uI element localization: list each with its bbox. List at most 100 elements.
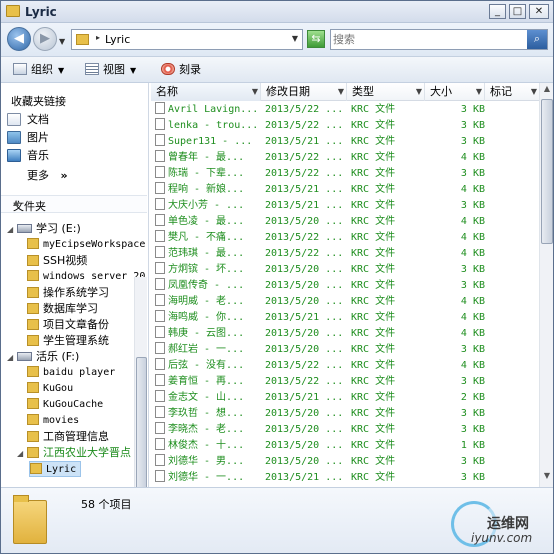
tree-folder[interactable]: windows server 20 (17, 269, 145, 285)
file-row[interactable]: 李晓杰 - 老... 2013/5/20 ... KRC 文件 3 KB (151, 422, 539, 438)
column-date[interactable]: 修改日期 ▼ (261, 83, 347, 101)
tree-scroll-thumb[interactable] (136, 357, 147, 487)
chevron-down-icon: ▼ (58, 66, 65, 75)
tree-folder[interactable]: movies (17, 413, 79, 429)
file-row[interactable]: 大庆小芳 - ... 2013/5/21 ... KRC 文件 3 KB (151, 198, 539, 214)
tree-folder[interactable]: myEcipseWorkspace (17, 237, 145, 253)
collapse-icon[interactable]: ▲ (13, 198, 145, 207)
tree-folder[interactable]: 数据库学习 (17, 301, 98, 317)
file-row[interactable]: 程响 - 新娘... 2013/5/21 ... KRC 文件 4 KB (151, 182, 539, 198)
column-size[interactable]: 大小 ▼ (425, 83, 485, 101)
tree-folder[interactable]: KuGouCache (17, 397, 103, 413)
search-input[interactable] (333, 32, 513, 47)
favorite-music[interactable]: 音乐 (7, 147, 49, 164)
window-title: Lyric (25, 5, 57, 19)
breadcrumb-lyric[interactable]: Lyric (105, 33, 130, 46)
back-button[interactable]: ◀ (7, 27, 31, 51)
file-type-cell: KRC 文件 (351, 408, 396, 419)
expanded-icon[interactable]: ◢ (7, 222, 17, 238)
tree-drive-e[interactable]: ◢ 学习 (E:) (7, 221, 81, 237)
file-row[interactable]: 韩庚 - 云图... 2013/5/20 ... KRC 文件 4 KB (151, 326, 539, 342)
file-name-cell: 樊凡 - 不痛... (155, 230, 259, 246)
file-row[interactable]: 单色凌 - 最... 2013/5/20 ... KRC 文件 4 KB (151, 214, 539, 230)
tree-folder[interactable]: 工商管理信息 (17, 429, 109, 445)
tree-folder[interactable]: baidu player (17, 365, 115, 381)
file-row[interactable]: 刘德华 - 一... 2013/5/21 ... KRC 文件 3 KB (151, 470, 539, 486)
file-row[interactable]: 姜育恒 - 再... 2013/5/22 ... KRC 文件 3 KB (151, 374, 539, 390)
tree-folder[interactable]: KuGou (17, 381, 73, 397)
file-name: 程响 - 新娘... (168, 184, 245, 195)
file-row[interactable]: 樊凡 - 不痛... 2013/5/22 ... KRC 文件 4 KB (151, 230, 539, 246)
address-field[interactable]: ▸ Lyric ▼ (71, 29, 303, 50)
organize-button[interactable]: 组织 ▼ (13, 62, 64, 78)
file-name-cell: Avril Lavign... (155, 102, 259, 118)
title-bar[interactable]: Lyric _ □ ✕ (1, 1, 553, 23)
favorites-more[interactable]: 更多 » (27, 167, 68, 183)
tree-folder-selected[interactable]: Lyric (29, 461, 82, 477)
tree-label: 数据库学习 (43, 302, 98, 315)
file-row[interactable]: 李玖哲 - 想... 2013/5/20 ... KRC 文件 3 KB (151, 406, 539, 422)
file-row[interactable]: lenka - trou... 2013/5/22 ... KRC 文件 3 KB (151, 118, 539, 134)
file-row[interactable]: 曾春年 - 最... 2013/5/22 ... KRC 文件 4 KB (151, 150, 539, 166)
file-row[interactable]: Avril Lavign... 2013/5/22 ... KRC 文件 3 KB (151, 102, 539, 118)
file-icon (155, 278, 165, 290)
chevron-down-icon[interactable]: ▼ (252, 83, 258, 100)
search-icon[interactable]: ⌕ (527, 30, 547, 49)
more-arrow-icon: » (60, 169, 68, 182)
file-row[interactable]: 海明威 - 老... 2013/5/20 ... KRC 文件 4 KB (151, 294, 539, 310)
views-button[interactable]: 视图 ▼ (85, 62, 136, 78)
favorite-pictures[interactable]: 图片 (7, 129, 49, 146)
column-header: 名称 ▼ 修改日期 ▼ 类型 ▼ 大小 ▼ 标记 ▼ (151, 83, 539, 101)
file-name: 海鸣威 - 你... (168, 312, 245, 323)
tree-folder[interactable]: 项目文章备份 (17, 317, 109, 333)
file-row[interactable]: 陈瑞 - 下辈... 2013/5/22 ... KRC 文件 3 KB (151, 166, 539, 182)
tree-drive-f[interactable]: ◢ 活乐 (F:) (7, 349, 79, 365)
chevron-down-icon[interactable]: ▼ (338, 83, 344, 100)
chevron-down-icon[interactable]: ▼ (416, 83, 422, 100)
breadcrumb-arrow-icon[interactable]: ▸ (96, 33, 100, 42)
folders-header[interactable]: 文件夹 ▲ (1, 195, 147, 213)
minimize-button[interactable]: _ (489, 4, 506, 19)
tree-folder[interactable]: 学生管理系统 (17, 333, 109, 349)
file-row[interactable]: 海鸣威 - 你... 2013/5/21 ... KRC 文件 4 KB (151, 310, 539, 326)
file-row[interactable]: Super131 - ... 2013/5/21 ... KRC 文件 3 KB (151, 134, 539, 150)
recent-pages-dropdown[interactable]: ▼ (59, 37, 65, 46)
file-scroll-thumb[interactable] (541, 99, 553, 244)
file-row[interactable]: 凤凰传奇 - ... 2013/5/20 ... KRC 文件 3 KB (151, 278, 539, 294)
tree-folder[interactable]: SSH视频 (17, 253, 87, 269)
burn-button[interactable]: 刻录 (161, 62, 201, 78)
expanded-icon[interactable]: ◢ (7, 350, 17, 366)
file-date-cell: 2013/5/20 ... (265, 408, 344, 419)
search-box[interactable]: ⌕ (330, 29, 548, 50)
column-name[interactable]: 名称 ▼ (151, 83, 261, 101)
tree-scrollbar[interactable] (134, 277, 147, 487)
file-row[interactable]: 林俊杰 - 十... 2013/5/20 ... KRC 文件 1 KB (151, 438, 539, 454)
forward-button[interactable]: ▶ (33, 27, 57, 51)
file-row[interactable]: 刘德华 - 男... 2013/5/20 ... KRC 文件 3 KB (151, 454, 539, 470)
tree-folder[interactable]: ◢ 江西农业大学晋点 (17, 445, 131, 461)
file-date-cell: 2013/5/21 ... (265, 392, 344, 403)
close-button[interactable]: ✕ (529, 4, 549, 19)
chevron-down-icon[interactable]: ▼ (476, 83, 482, 100)
file-size-cell: 3 KB (460, 168, 485, 179)
scroll-up-icon[interactable]: ▲ (541, 84, 553, 98)
file-row[interactable]: 范玮琪 - 最... 2013/5/22 ... KRC 文件 4 KB (151, 246, 539, 262)
column-tags[interactable]: 标记 ▼ (485, 83, 539, 101)
file-row[interactable]: 方炯镔 - 坏... 2013/5/20 ... KRC 文件 3 KB (151, 262, 539, 278)
file-size-cell: 3 KB (460, 456, 485, 467)
file-row[interactable]: 后弦 - 没有... 2013/5/22 ... KRC 文件 4 KB (151, 358, 539, 374)
refresh-button[interactable]: ⇆ (307, 30, 325, 48)
tree-folder[interactable]: 操作系统学习 (17, 285, 109, 301)
scroll-down-icon[interactable]: ▼ (541, 471, 553, 485)
expanded-icon[interactable]: ◢ (17, 446, 27, 462)
file-row[interactable]: 金志文 - 山... 2013/5/21 ... KRC 文件 2 KB (151, 390, 539, 406)
chevron-down-icon[interactable]: ▼ (531, 83, 537, 100)
file-date-cell: 2013/5/20 ... (265, 280, 344, 291)
watermark-cn: 运维网 (487, 516, 529, 532)
file-list-scrollbar[interactable]: ▲ ▼ (539, 83, 553, 487)
maximize-button[interactable]: □ (509, 4, 526, 19)
column-type[interactable]: 类型 ▼ (347, 83, 425, 101)
address-dropdown-icon[interactable]: ▼ (292, 34, 298, 43)
favorite-documents[interactable]: 文档 (7, 111, 49, 128)
file-row[interactable]: 郝红岩 - 一... 2013/5/20 ... KRC 文件 3 KB (151, 342, 539, 358)
